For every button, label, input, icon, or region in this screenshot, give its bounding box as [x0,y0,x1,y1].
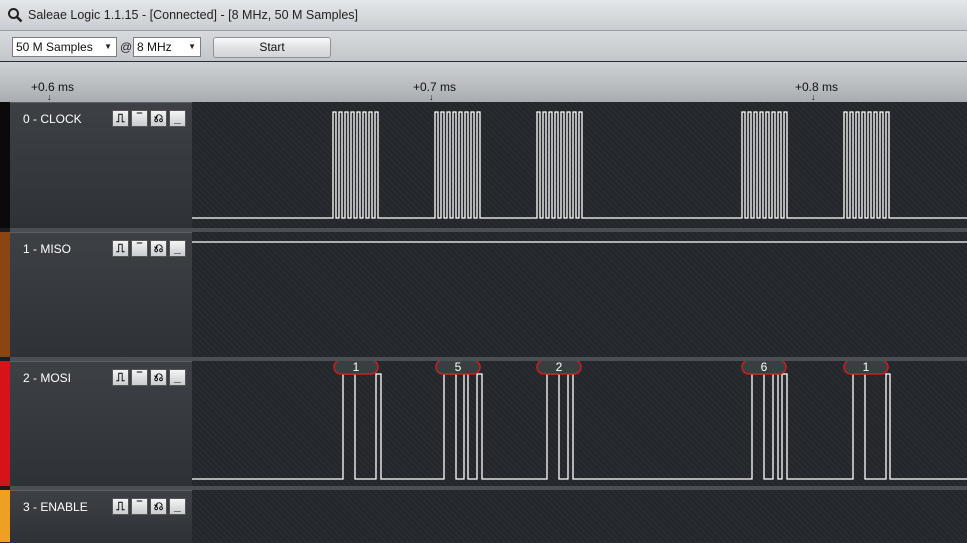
rising-edge-trigger-icon[interactable]: ⎍ [112,369,129,386]
high-level-trigger-icon[interactable]: ‾ [131,240,148,257]
ruler-tick-label: +0.8 ms [795,80,839,94]
byte-value: 2 [556,361,563,374]
falling-edge-trigger-icon[interactable]: ⎌ [150,498,167,515]
toolbar: 50 M Samples ▼ @ 8 MHz ▼ Start [0,31,967,61]
start-button[interactable]: Start [213,37,331,58]
channel-label-panel[interactable]: 0 - CLOCK ⎍ ‾ ⎌ _ [10,102,192,229]
high-level-trigger-icon[interactable]: ‾ [131,369,148,386]
high-level-trigger-icon[interactable]: ‾ [131,110,148,127]
channel-color-bar [0,102,10,228]
channel-row-miso: 1 - MISO ⎍ ‾ ⎌ _ [0,232,967,358]
channel-name: 1 - MISO [23,242,72,256]
low-level-trigger-icon[interactable]: _ [169,110,186,127]
channel-name: 2 - MOSI [23,371,72,385]
ruler-tick-label: +0.6 ms [31,80,75,94]
title-bar: Saleae Logic 1.1.15 - [Connected] - [8 M… [0,0,967,31]
channel-label-panel[interactable]: 1 - MISO ⎍ ‾ ⎌ _ [10,232,192,358]
ruler-tick-label: +0.7 ms [413,80,457,94]
falling-edge-trigger-icon[interactable]: ⎌ [150,240,167,257]
high-level-trigger-icon[interactable]: ‾ [131,498,148,515]
channel-color-bar [0,361,10,486]
byte-value: 1 [353,361,360,374]
low-level-trigger-icon[interactable]: _ [169,369,186,386]
clock-waveform-svg [192,111,967,219]
chevron-down-icon: ▼ [188,42,196,51]
clock-trace [192,111,967,219]
trigger-buttons: ⎍ ‾ ⎌ _ [112,110,186,127]
channel-row-enable: 3 - ENABLE ⎍ ‾ ⎌ _ [0,490,967,543]
rising-edge-trigger-icon[interactable]: ⎍ [112,498,129,515]
channel-name: 0 - CLOCK [23,112,82,126]
time-ruler[interactable]: +0.6 ms ↓ +0.7 ms ↓ +0.8 ms ↓ [0,62,967,102]
tick-arrow-icon: ↓ [811,92,816,102]
samples-select[interactable]: 50 M Samples ▼ [12,37,117,57]
chevron-down-icon: ▼ [104,42,112,51]
rate-value: 8 MHz [137,40,172,54]
mosi-waveform-svg: 1 5 2 6 1 [192,361,967,480]
channel-name: 3 - ENABLE [23,500,88,514]
miso-waveform-svg [192,241,967,243]
mosi-trace [192,373,967,480]
at-label: @ [120,40,133,54]
channel-area: 0 - CLOCK ⎍ ‾ ⎌ _ 1 - MISO ⎍ ‾ ⎌ _ 2 - M… [0,102,967,543]
trigger-buttons: ⎍ ‾ ⎌ _ [112,240,186,257]
low-level-trigger-icon[interactable]: _ [169,498,186,515]
channel-row-clock: 0 - CLOCK ⎍ ‾ ⎌ _ [0,102,967,229]
magnifier-icon [8,8,23,23]
tick-arrow-icon: ↓ [429,92,434,102]
window-title: Saleae Logic 1.1.15 - [Connected] - [8 M… [28,8,359,22]
channel-label-panel[interactable]: 2 - MOSI ⎍ ‾ ⎌ _ [10,361,192,487]
byte-value: 6 [761,361,768,374]
falling-edge-trigger-icon[interactable]: ⎌ [150,369,167,386]
low-level-trigger-icon[interactable]: _ [169,240,186,257]
trigger-buttons: ⎍ ‾ ⎌ _ [112,498,186,515]
falling-edge-trigger-icon[interactable]: ⎌ [150,110,167,127]
byte-value: 1 [863,361,870,374]
rising-edge-trigger-icon[interactable]: ⎍ [112,110,129,127]
waveform-enable[interactable] [192,490,967,542]
channel-color-bar [0,232,10,357]
channel-label-panel[interactable]: 3 - ENABLE ⎍ ‾ ⎌ _ [10,490,192,543]
byte-value: 5 [455,361,462,374]
samples-value: 50 M Samples [16,40,93,54]
sample-rate-select[interactable]: 8 MHz ▼ [133,37,201,57]
waveform-miso[interactable] [192,232,967,357]
tick-arrow-icon: ↓ [47,92,52,102]
rising-edge-trigger-icon[interactable]: ⎍ [112,240,129,257]
waveform-mosi[interactable]: 1 5 2 6 1 [192,361,967,486]
trigger-buttons: ⎍ ‾ ⎌ _ [112,369,186,386]
channel-row-mosi: 2 - MOSI ⎍ ‾ ⎌ _ 1 5 2 6 1 [0,361,967,487]
channel-color-bar [0,490,10,542]
waveform-clock[interactable] [192,102,967,228]
